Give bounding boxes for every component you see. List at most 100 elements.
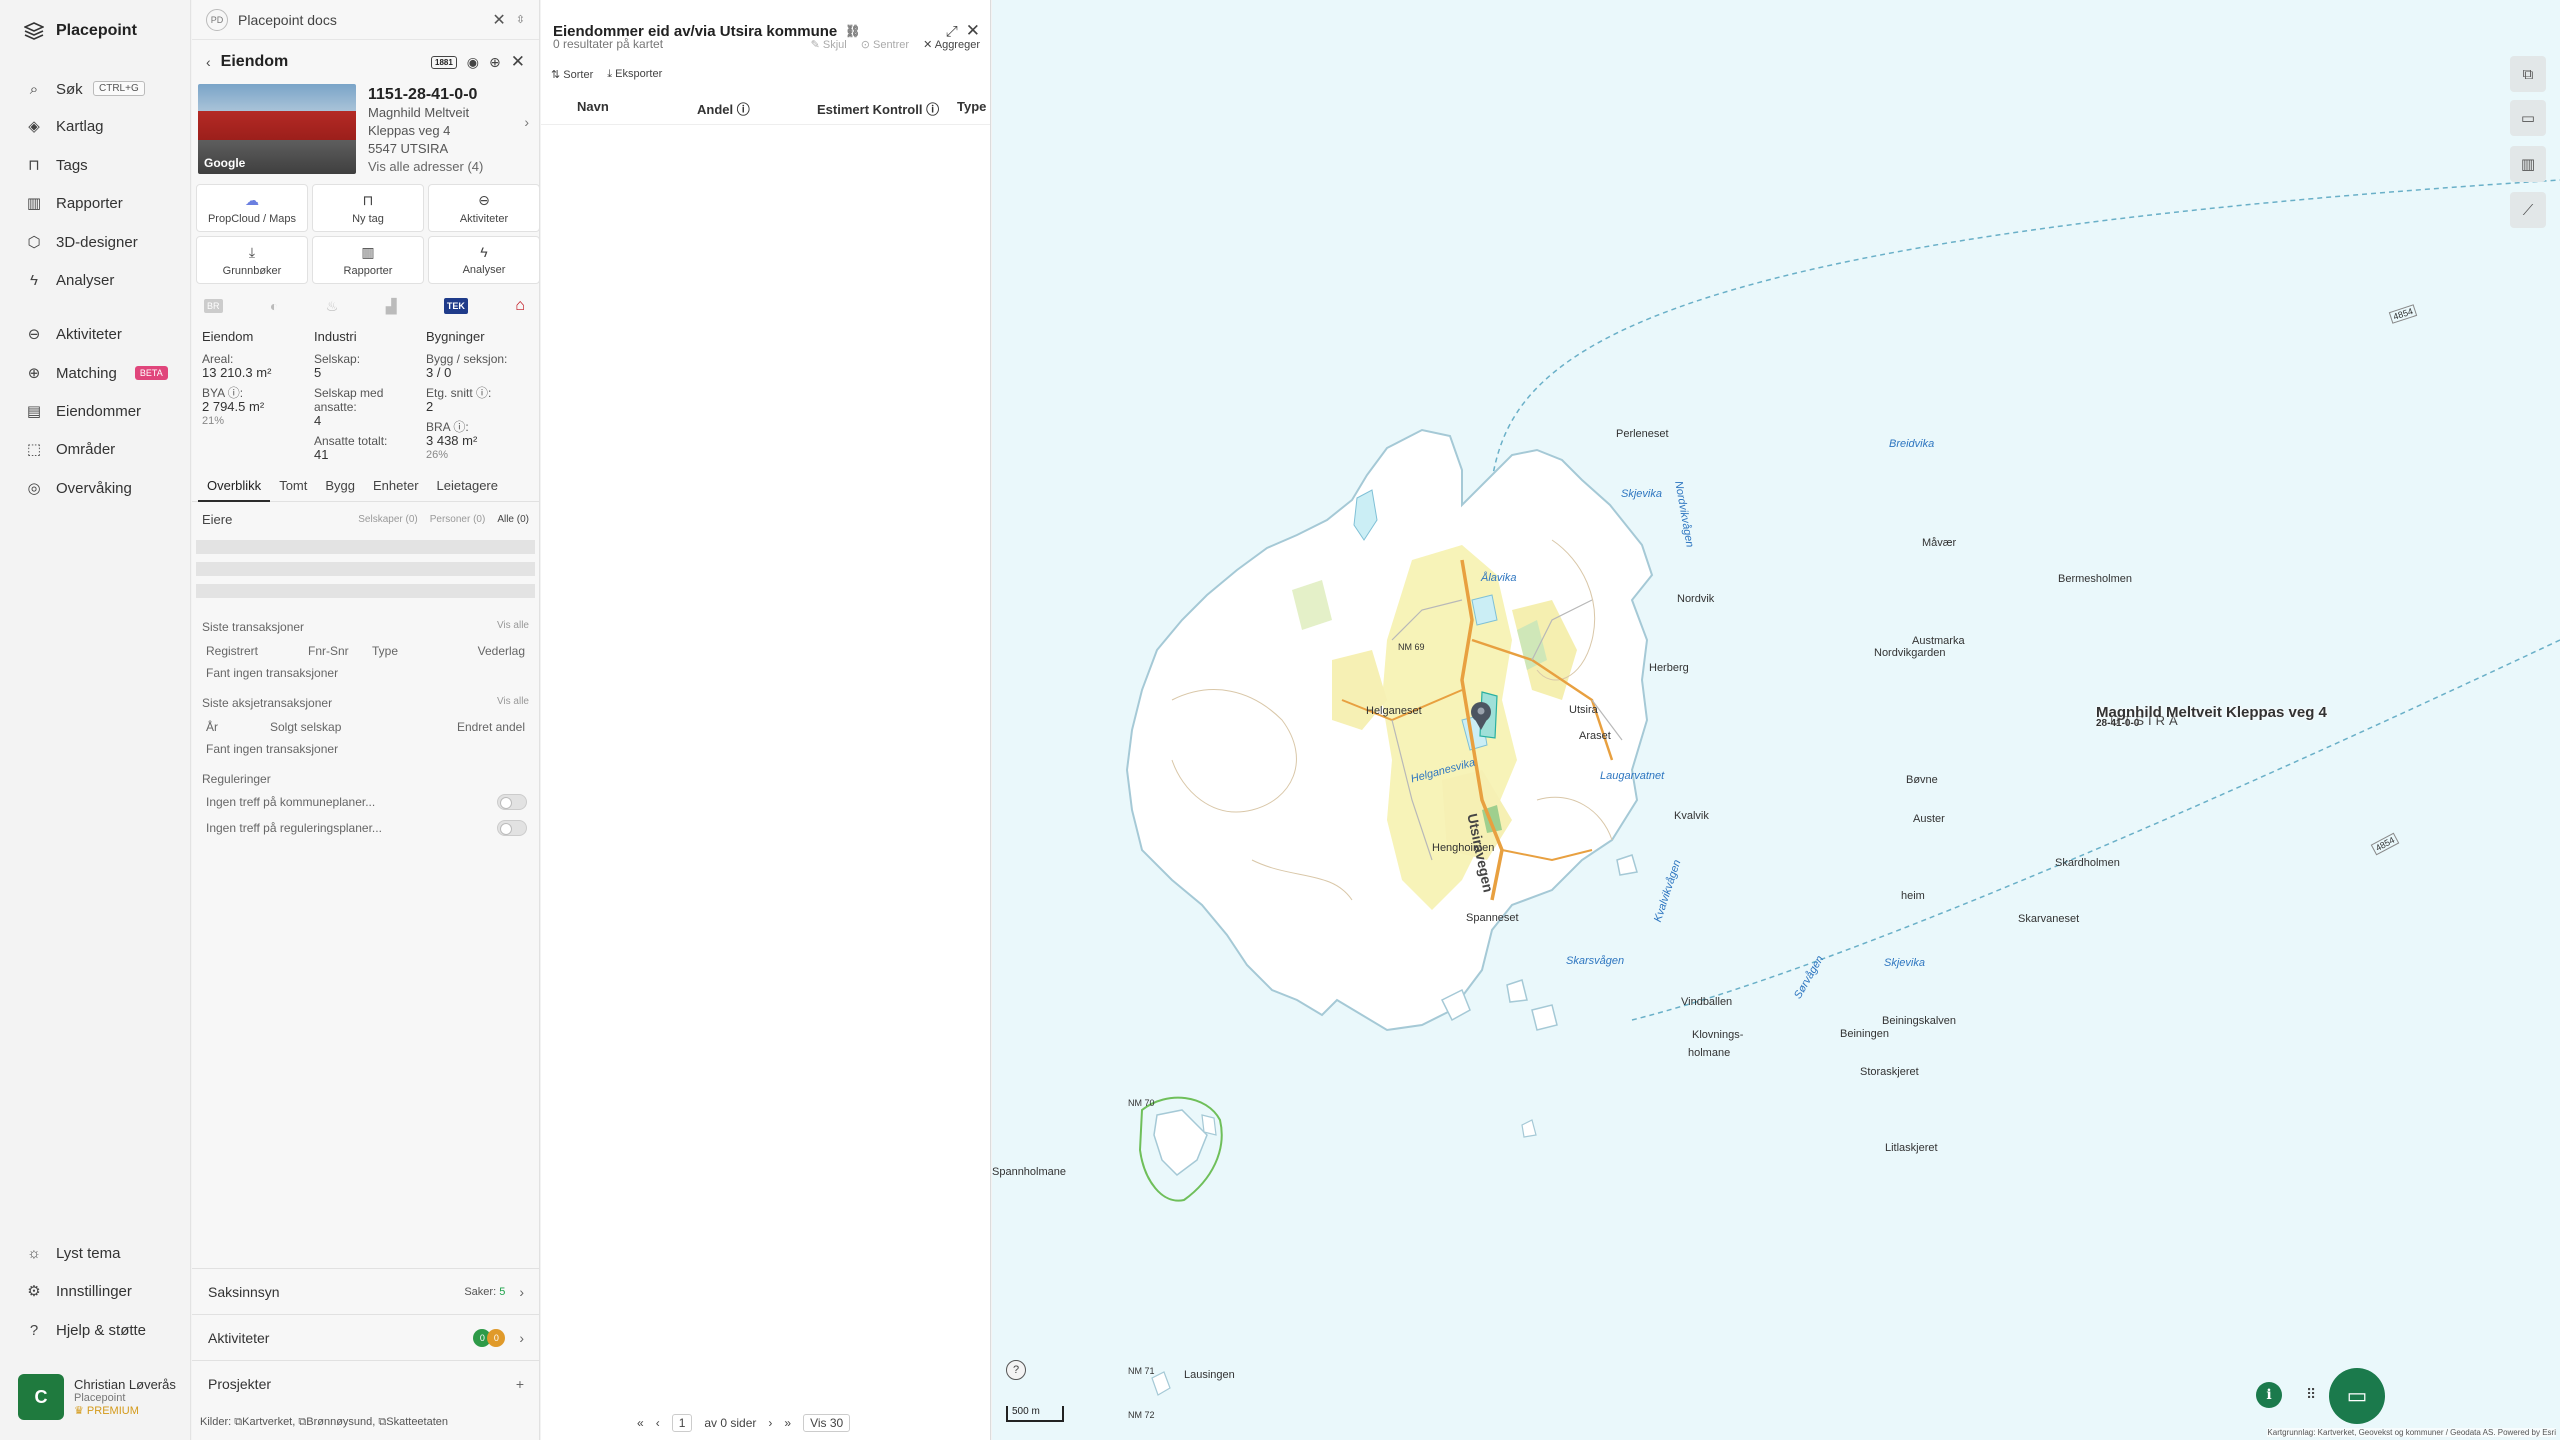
brand-logo[interactable]: Placepoint xyxy=(24,22,137,40)
place-label: Araset xyxy=(1579,730,1611,742)
column-andel[interactable]: Andel ⓘ xyxy=(697,99,817,124)
add-circle-icon[interactable]: ⊕ xyxy=(489,54,501,71)
nav-item-hjelp[interactable]: ? Hjelp & støtte xyxy=(26,1318,176,1342)
kommuneplan-toggle[interactable] xyxy=(497,794,527,810)
pagination: « ‹ 1 av 0 sider › » Vis 30 xyxy=(637,1414,851,1432)
filter-all[interactable]: Alle (0) xyxy=(497,514,529,525)
map-ruler-button[interactable]: ▭ xyxy=(2510,100,2546,136)
aktiviteter-accordion[interactable]: Aktiviteter 0 0 › xyxy=(192,1314,540,1360)
plus-icon[interactable]: + xyxy=(516,1376,524,1392)
reguleringsplan-toggle[interactable] xyxy=(497,820,527,836)
filter-companies[interactable]: Selskaper (0) xyxy=(358,514,417,525)
analyses-button[interactable]: ϟ Analyser xyxy=(428,236,540,284)
stat-value: 2 794.5 xyxy=(202,399,246,414)
accordion-label: Aktiviteter xyxy=(208,1329,270,1346)
column-header: Registrert xyxy=(206,644,259,658)
globe-icon[interactable]: ◐ xyxy=(270,298,278,314)
page-number-input[interactable]: 1 xyxy=(671,1414,693,1432)
prosjekter-accordion[interactable]: Prosjekter + xyxy=(192,1360,540,1406)
transactions-view-all[interactable]: Vis alle xyxy=(497,620,529,634)
building-count-badge[interactable]: 1881 xyxy=(431,55,457,69)
chart-icon: ▥ xyxy=(361,243,375,260)
aggregate-button[interactable]: ✕ Aggreger xyxy=(923,38,980,51)
sort-button[interactable]: ⇅ Sorter xyxy=(551,68,593,81)
hide-label: Skjul xyxy=(822,38,847,51)
all-addresses-link[interactable]: Vis alle adresser (4) xyxy=(368,158,533,176)
next-page-icon[interactable]: › xyxy=(768,1416,772,1430)
map-measure-button[interactable]: ⟋ xyxy=(2510,192,2546,228)
tab-enheter[interactable]: Enheter xyxy=(364,478,428,502)
eye-icon[interactable]: ◉ xyxy=(467,54,479,71)
tab-overblikk[interactable]: Overblikk xyxy=(198,478,271,502)
map-layers-button[interactable]: ⧉ xyxy=(2510,56,2546,92)
nav-item-overvaking[interactable]: ◎ Overvåking xyxy=(26,476,176,500)
nav-item-label: Kartlag xyxy=(56,117,104,135)
marker-sublabel: 28-41-0-0 xyxy=(2096,718,2140,729)
map-chart-button[interactable]: ▥ xyxy=(2510,146,2546,182)
gear-icon: ⚙ xyxy=(27,1283,41,1300)
nav-item-lyst-tema[interactable]: ☼ Lyst tema xyxy=(26,1241,176,1265)
center-button[interactable]: ⊙ Sentrer xyxy=(861,38,909,51)
per-page-select[interactable]: Vis 30 xyxy=(803,1414,851,1432)
tab-bygg[interactable]: Bygg xyxy=(316,478,364,502)
action-label: Aktiviteter xyxy=(459,212,509,225)
nav-item-matching[interactable]: ⊕ Matching BETA xyxy=(26,361,176,385)
prev-page-icon[interactable]: ‹ xyxy=(656,1416,660,1430)
new-tag-button[interactable]: ⊓ Ny tag xyxy=(312,184,424,232)
source-link[interactable]: ⧉Skatteetaten xyxy=(378,1416,448,1428)
column-navn[interactable]: Navn xyxy=(577,99,697,124)
chevron-right-icon[interactable]: › xyxy=(524,114,529,130)
nav-item-eiendommer[interactable]: ▤ Eiendommer xyxy=(26,399,176,423)
nav-item-aktiviteter[interactable]: ⊖ Aktiviteter xyxy=(26,322,176,346)
nav-item-omrader[interactable]: ⬚ Områder xyxy=(26,437,176,461)
hide-button[interactable]: ✎ Skjul xyxy=(811,38,847,51)
nav-item-tags[interactable]: ⊓ Tags xyxy=(26,153,176,177)
grunnboker-button[interactable]: ⤓ Grunnbøker xyxy=(196,236,308,284)
nav-item-analyser[interactable]: ϟ Analyser xyxy=(26,268,176,292)
results-table-header: Navn Andel ⓘ Estimert Kontroll ⓘ Type xyxy=(541,99,990,125)
info-button[interactable]: i xyxy=(2256,1382,2282,1408)
house-icon[interactable]: ⌂ xyxy=(515,297,525,315)
saksinnsyn-accordion[interactable]: Saksinnsyn Saker: 5 › xyxy=(192,1268,540,1314)
map-view[interactable]: Perleneset Breidvika Skjevika Nordvikvåg… xyxy=(992,0,2560,1440)
street-view-photo[interactable]: Google xyxy=(198,84,356,174)
filter-persons[interactable]: Personer (0) xyxy=(430,514,486,525)
column-kontroll[interactable]: Estimert Kontroll ⓘ xyxy=(817,99,957,124)
source-link[interactable]: ⧉Brønnøysund, xyxy=(298,1416,375,1428)
loading-skeleton xyxy=(196,540,535,554)
close-icon[interactable]: ✕ xyxy=(511,52,525,72)
aggregate-label: Aggreger xyxy=(934,38,980,51)
factory-icon[interactable]: ♨ xyxy=(326,298,339,315)
user-profile[interactable]: C Christian Løverås Placepoint ♛ PREMIUM xyxy=(18,1374,176,1420)
nav-item-rapporter[interactable]: ▥ Rapporter xyxy=(26,191,176,215)
register-icon[interactable]: BR xyxy=(204,299,223,313)
close-icon[interactable]: ✕ xyxy=(492,10,505,30)
map-help-button[interactable]: ? xyxy=(1006,1360,1026,1380)
tab-leietagere[interactable]: Leietagere xyxy=(428,478,507,502)
drag-grip-icon[interactable]: ⠿ xyxy=(2306,1386,2316,1403)
activities-button[interactable]: ⊖ Aktiviteter xyxy=(428,184,540,232)
nav-item-kartlag[interactable]: ◈ Kartlag xyxy=(26,114,176,138)
chevron-updown-icon[interactable]: ⇳ xyxy=(516,13,525,26)
nav-item-3d-designer[interactable]: ⬡ 3D-designer xyxy=(26,230,176,254)
propcloud-button[interactable]: ☁ PropCloud / Maps xyxy=(196,184,308,232)
nav-item-label: Lyst tema xyxy=(56,1244,121,1262)
column-type[interactable]: Type xyxy=(957,99,986,124)
reports-button[interactable]: ▥ Rapporter xyxy=(312,236,424,284)
building-bars-icon[interactable]: ▟ xyxy=(386,298,397,315)
owners-section: Eiere Selskaper (0) Personer (0) Alle (0… xyxy=(192,506,539,532)
stock-view-all[interactable]: Vis alle xyxy=(497,696,529,710)
first-page-icon[interactable]: « xyxy=(637,1416,644,1430)
chat-button[interactable]: ▭ xyxy=(2329,1368,2385,1424)
back-icon[interactable]: ‹ xyxy=(206,54,211,70)
source-link[interactable]: ⧉Kartverket, xyxy=(234,1416,295,1428)
last-page-icon[interactable]: » xyxy=(784,1416,791,1430)
stat-label: Etg. snitt ⓘ: xyxy=(426,386,492,400)
export-button[interactable]: ⤓ Eksporter xyxy=(607,68,662,81)
stats-bygninger: Bygninger Bygg / seksjon: 3 / 0 Etg. sni… xyxy=(426,330,538,462)
link-icon[interactable]: ⛓ xyxy=(845,24,860,38)
tab-tomt[interactable]: Tomt xyxy=(270,478,316,502)
nav-item-innstillinger[interactable]: ⚙ Innstillinger xyxy=(26,1279,176,1303)
doc-title[interactable]: Placepoint docs xyxy=(238,12,482,28)
tek-icon[interactable]: TEK xyxy=(443,298,468,314)
